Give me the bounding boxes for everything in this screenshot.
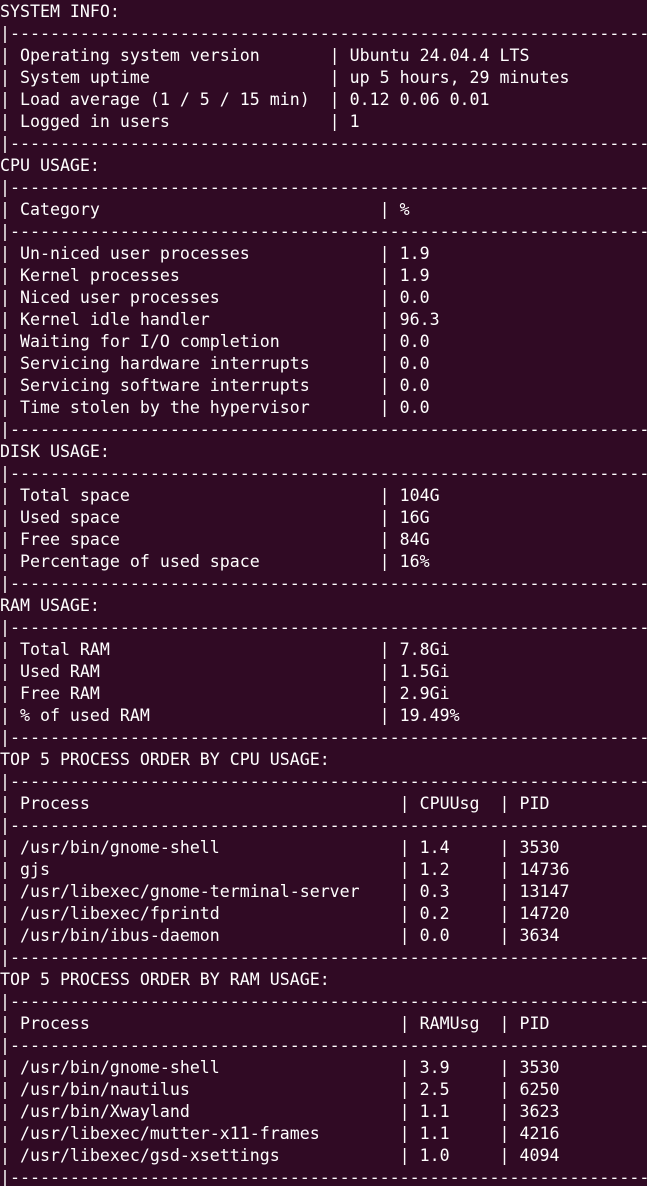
table-row: | /usr/libexec/mutter-x11-frames | 1.1 |… [0,1124,647,1143]
table-separator: |---------------------------------------… [0,728,647,747]
section-heading: TOP 5 PROCESS ORDER BY CPU USAGE: [0,750,330,769]
table-row: | Kernel idle handler | 96.3 | [0,310,647,329]
table-separator: |---------------------------------------… [0,24,647,43]
table-separator: |---------------------------------------… [0,618,647,637]
table-row: | Free space | 84G | [0,530,647,549]
table-row: | Servicing hardware interrupts | 0.0 | [0,354,647,373]
table-row: | Load average (1 / 5 / 15 min) | 0.12 0… [0,90,647,109]
table-separator: |---------------------------------------… [0,222,647,241]
table-row: | System uptime | up 5 hours, 29 minutes… [0,68,647,87]
table-row: | /usr/bin/Xwayland | 1.1 | 3623 | [0,1102,647,1121]
table-separator: |---------------------------------------… [0,992,647,1011]
table-row: | Total space | 104G | [0,486,647,505]
table-row: | Free RAM | 2.9Gi | [0,684,647,703]
table-row: | Servicing software interrupts | 0.0 | [0,376,647,395]
table-row: | /usr/bin/nautilus | 2.5 | 6250 | [0,1080,647,1099]
table-row: | Percentage of used space | 16% | [0,552,647,571]
table-row: | Process | CPUUsg | PID | [0,794,647,813]
table-row: | Time stolen by the hypervisor | 0.0 | [0,398,647,417]
table-row: | Category | % | [0,200,647,219]
table-separator: |---------------------------------------… [0,1036,647,1055]
table-row: | /usr/libexec/fprintd | 0.2 | 14720 | [0,904,647,923]
table-row: | /usr/libexec/gnome-terminal-server | 0… [0,882,647,901]
table-separator: |---------------------------------------… [0,134,647,153]
terminal-window[interactable]: SYSTEM INFO: |---------------------------… [0,0,647,1186]
table-separator: |---------------------------------------… [0,816,647,835]
table-row: | Logged in users | 1 | [0,112,647,131]
table-row: | Kernel processes | 1.9 | [0,266,647,285]
table-row: | /usr/bin/gnome-shell | 1.4 | 3530 | [0,838,647,857]
table-row: | Process | RAMUsg | PID | [0,1014,647,1033]
table-row: | Operating system version | Ubuntu 24.0… [0,46,647,65]
table-row: | /usr/bin/gnome-shell | 3.9 | 3530 | [0,1058,647,1077]
table-row: | /usr/bin/ibus-daemon | 0.0 | 3634 | [0,926,647,945]
table-row: | Total RAM | 7.8Gi | [0,640,647,659]
table-row: | Used space | 16G | [0,508,647,527]
section-heading: SYSTEM INFO: [0,2,120,21]
table-row: | gjs | 1.2 | 14736 | [0,860,647,879]
table-row: | % of used RAM | 19.49% | [0,706,647,725]
table-separator: |---------------------------------------… [0,772,647,791]
table-separator: |---------------------------------------… [0,948,647,967]
table-separator: |---------------------------------------… [0,464,647,483]
table-row: | Waiting for I/O completion | 0.0 | [0,332,647,351]
table-separator: |---------------------------------------… [0,420,647,439]
table-row: | Used RAM | 1.5Gi | [0,662,647,681]
table-row: | Niced user processes | 0.0 | [0,288,647,307]
table-row: | Un-niced user processes | 1.9 | [0,244,647,263]
table-separator: |---------------------------------------… [0,574,647,593]
table-separator: |---------------------------------------… [0,178,647,197]
table-row: | /usr/libexec/gsd-xsettings | 1.0 | 409… [0,1146,647,1165]
section-heading: TOP 5 PROCESS ORDER BY RAM USAGE: [0,970,330,989]
section-heading: RAM USAGE: [0,596,100,615]
section-heading: CPU USAGE: [0,156,100,175]
section-heading: DISK USAGE: [0,442,110,461]
table-separator: |---------------------------------------… [0,1168,647,1186]
